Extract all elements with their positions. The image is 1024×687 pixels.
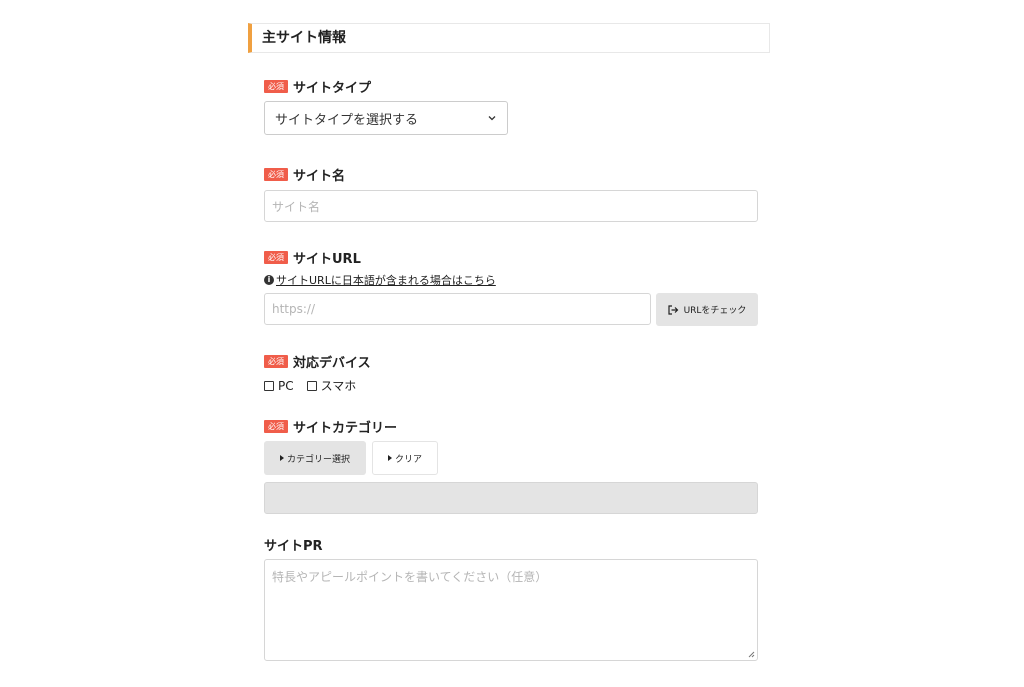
category-clear-label: クリア [394,454,422,465]
required-badge: 必須 [264,167,288,181]
site-url-label: サイトURL [293,251,361,267]
pc-label: PC [278,378,294,393]
site-type-label: サイトタイプ [293,80,372,96]
device-checkboxes: PC スマホ [264,377,369,394]
devices-label: 対応デバイス [293,355,371,371]
site-url-input[interactable]: https:// [264,293,651,325]
device-option-pc[interactable]: PC [264,379,294,393]
site-url-placeholder: https:// [272,302,316,316]
url-check-label: URLをチェック [683,306,747,316]
info-icon: i [264,275,274,285]
help-link-text: サイトURLに日本語が含まれる場合はこちら [276,274,496,287]
caret-right-icon [279,455,284,461]
japanese-url-help-link[interactable]: i サイトURLに日本語が含まれる場合はこちら [264,272,496,288]
url-check-button[interactable]: URLをチェック [656,293,758,326]
category-clear-button[interactable]: クリア [372,441,438,475]
chevron-down-icon [488,116,496,121]
required-badge: 必須 [264,354,288,368]
site-name-input[interactable]: サイト名 [264,190,758,222]
category-label: サイトカテゴリー [293,420,398,436]
site-pr-label: サイトPR [264,538,323,554]
site-url-label-row: 必須 サイトURL [264,248,361,267]
category-label-row: 必須 サイトカテゴリー [264,417,398,436]
sign-out-icon [667,304,678,315]
category-select-button[interactable]: カテゴリー選択 [264,441,366,475]
site-pr-label-row: サイトPR [264,535,323,554]
site-name-label: サイト名 [293,168,346,184]
site-name-label-row: 必須 サイト名 [264,165,346,184]
site-pr-textarea[interactable]: 特長やアピールポイントを書いてください（任意） [264,559,758,661]
site-pr-placeholder: 特長やアピールポイントを書いてください（任意） [272,570,548,584]
required-badge: 必須 [264,250,288,264]
site-type-selected-value: サイトタイプを選択する [275,112,419,128]
pc-checkbox[interactable] [264,380,274,391]
required-badge: 必須 [264,419,288,433]
device-option-smartphone[interactable]: スマホ [306,377,357,394]
site-type-select[interactable]: サイトタイプを選択する [264,101,508,135]
required-badge: 必須 [264,79,288,93]
resize-handle-icon[interactable] [748,651,755,658]
smartphone-label: スマホ [320,379,357,393]
site-type-label-row: 必須 サイトタイプ [264,77,372,96]
caret-right-icon [387,455,392,461]
category-select-label: カテゴリー選択 [286,454,350,465]
smartphone-checkbox[interactable] [306,380,317,391]
devices-label-row: 必須 対応デバイス [264,352,371,371]
site-name-placeholder: サイト名 [272,199,321,214]
selected-category-display [264,482,758,514]
section-title: 主サイト情報 [248,23,770,53]
